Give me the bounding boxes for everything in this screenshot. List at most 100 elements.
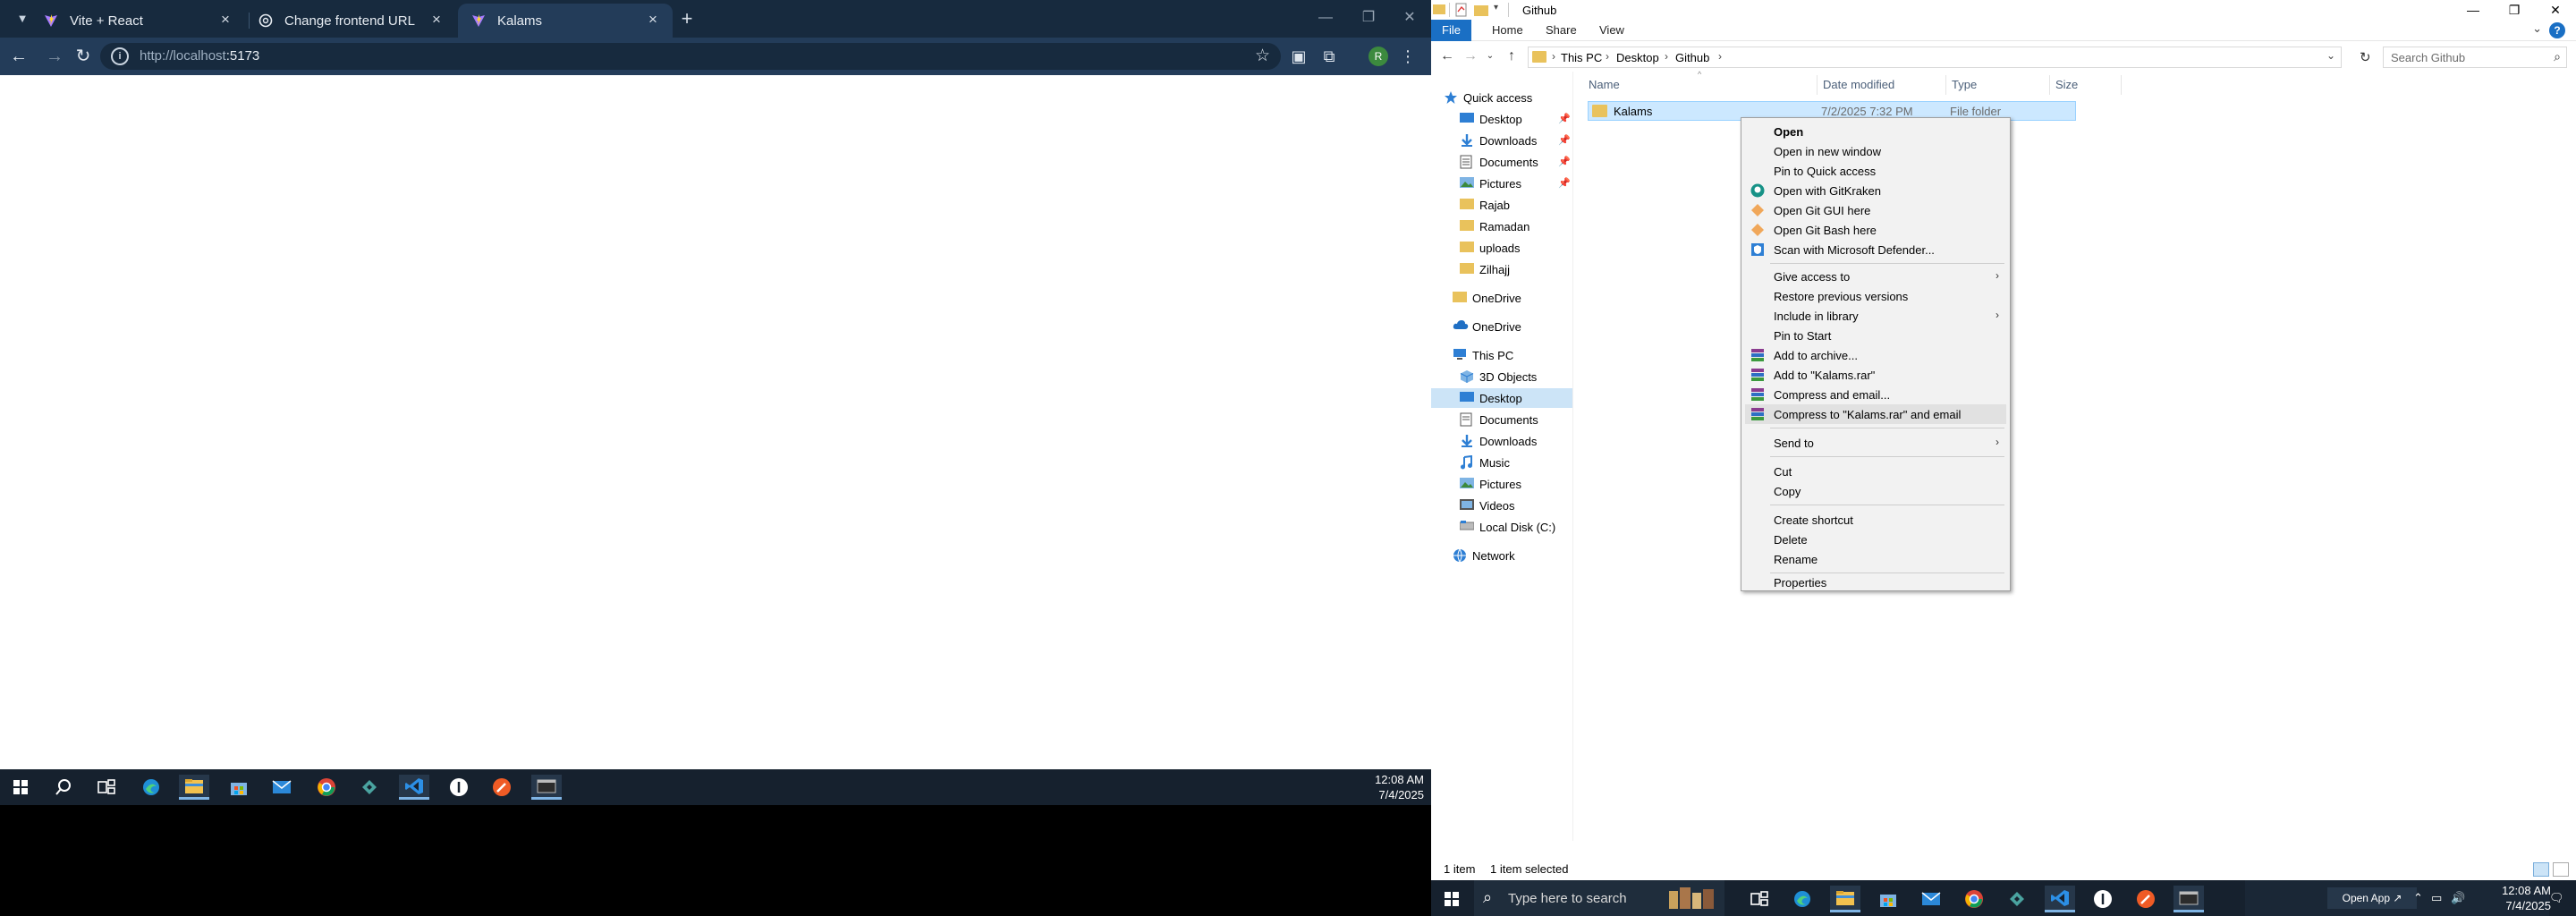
nav-item-ramadan[interactable]: Ramadan xyxy=(1460,216,1530,236)
chevron-right-icon[interactable]: › xyxy=(1606,50,1609,63)
large-icons-view-icon[interactable] xyxy=(2553,862,2569,877)
task-view-icon[interactable] xyxy=(1744,886,1775,912)
search-input[interactable]: Search Github ⌕ xyxy=(2383,47,2567,68)
task-view-icon[interactable] xyxy=(91,775,122,800)
nav-item-rajab[interactable]: Rajab xyxy=(1460,195,1510,215)
close-icon[interactable]: × xyxy=(428,11,445,29)
kebab-menu-icon[interactable]: ⋮ xyxy=(1397,46,1419,67)
chevron-right-icon[interactable]: › xyxy=(1665,50,1668,63)
nav-item-desktop[interactable]: Desktop xyxy=(1460,109,1522,129)
pin-icon[interactable]: 📌 xyxy=(1558,134,1571,146)
up-arrow-icon[interactable]: ↑ xyxy=(1503,47,1521,66)
address-dropdown-icon[interactable]: ⌄ xyxy=(2326,49,2335,62)
forward-arrow-icon[interactable]: → xyxy=(1462,47,1479,66)
ribbon-tab-share[interactable]: Share xyxy=(1535,20,1588,41)
help-icon[interactable]: ? xyxy=(2549,22,2565,38)
menu-item-add-to-archive[interactable]: Add to archive... xyxy=(1745,345,2006,365)
menu-item-copy[interactable]: Copy xyxy=(1745,481,2006,501)
menu-item-pin-to-quick-access[interactable]: Pin to Quick access xyxy=(1745,161,2006,181)
ribbon-tab-file[interactable]: File xyxy=(1431,20,1471,41)
menu-item-open-in-new-window[interactable]: Open in new window xyxy=(1745,141,2006,161)
terminal-icon[interactable] xyxy=(531,775,562,800)
search-icon[interactable] xyxy=(48,775,79,800)
menu-item-restore-previous-versions[interactable]: Restore previous versions xyxy=(1745,286,2006,306)
mail-icon[interactable] xyxy=(267,775,297,800)
menu-item-open-with-gitkraken[interactable]: Open with GitKraken xyxy=(1745,181,2006,200)
menu-item-scan-defender[interactable]: Scan with Microsoft Defender... xyxy=(1745,240,2006,259)
nav-item-zilhajj[interactable]: Zilhajj xyxy=(1460,259,1510,279)
edge-icon[interactable] xyxy=(1787,886,1818,912)
nav-item-local-disk[interactable]: Local Disk (C:) xyxy=(1459,517,1555,537)
close-icon[interactable]: × xyxy=(216,11,234,29)
back-arrow-icon[interactable]: ← xyxy=(1438,47,1456,66)
menu-item-rename[interactable]: Rename xyxy=(1745,549,2006,569)
restore-icon[interactable]: ❐ xyxy=(2494,0,2535,20)
github-desktop-icon[interactable] xyxy=(2088,886,2118,912)
close-window-icon[interactable]: ✕ xyxy=(1392,5,1428,30)
back-arrow-icon[interactable]: ← xyxy=(7,45,30,68)
reload-icon[interactable]: ↻ xyxy=(72,45,95,68)
notification-icon[interactable]: 🗨 xyxy=(2549,891,2564,905)
column-header-date-modified[interactable]: Date modified xyxy=(1818,75,1946,95)
nav-item-pc-downloads[interactable]: Downloads xyxy=(1460,431,1537,451)
profile-avatar[interactable]: R xyxy=(1368,47,1388,66)
chrome-tab-change-frontend-url[interactable]: Change frontend URL × xyxy=(245,4,456,38)
minimize-icon[interactable]: — xyxy=(1308,5,1343,30)
nav-item-uploads[interactable]: uploads xyxy=(1460,238,1521,258)
file-explorer-icon[interactable] xyxy=(179,775,209,800)
bookmark-star-icon[interactable]: ☆ xyxy=(1255,46,1270,66)
open-app-button[interactable]: Open App ↗ xyxy=(2327,887,2417,909)
chrome-tab-kalams[interactable]: Kalams × xyxy=(458,4,673,38)
edge-icon[interactable] xyxy=(136,775,166,800)
nav-item-desktop-selected[interactable]: Desktop xyxy=(1431,388,1572,408)
nav-onedrive[interactable]: OneDrive xyxy=(1453,317,1521,336)
refresh-icon[interactable]: ↻ xyxy=(2360,49,2371,65)
menu-item-send-to[interactable]: Send to › xyxy=(1745,433,2006,453)
github-desktop-icon[interactable] xyxy=(444,775,474,800)
pin-icon[interactable]: 📌 xyxy=(1558,113,1571,124)
file-explorer-icon[interactable] xyxy=(1830,886,1860,912)
breadcrumb-github[interactable]: Github xyxy=(1675,51,1709,64)
taskbar-clock[interactable]: 12:08 AM 7/4/2025 xyxy=(1375,772,1424,802)
chrome-tab-vite-react[interactable]: Vite + React × xyxy=(30,4,245,38)
microsoft-store-icon[interactable] xyxy=(1873,886,1903,912)
network-tray-icon[interactable]: ▭ xyxy=(2431,891,2442,905)
menu-item-open-git-bash[interactable]: Open Git Bash here xyxy=(1745,220,2006,240)
menu-item-properties[interactable]: Properties xyxy=(1745,572,2006,592)
nav-item-pictures[interactable]: Pictures xyxy=(1460,174,1521,193)
menu-item-include-in-library[interactable]: Include in library › xyxy=(1745,306,2006,326)
tab-search-chevron-icon[interactable]: ▼ xyxy=(13,9,32,29)
menu-item-delete[interactable]: Delete xyxy=(1745,530,2006,549)
extension-icon[interactable]: ▣ xyxy=(1288,46,1309,67)
nav-quick-access[interactable]: Quick access xyxy=(1444,88,1532,107)
mail-icon[interactable] xyxy=(1916,886,1946,912)
chrome-icon[interactable] xyxy=(311,775,342,800)
column-header-size[interactable]: Size xyxy=(2050,75,2122,95)
breadcrumb-this-pc[interactable]: This PC xyxy=(1561,51,1602,64)
pane-divider[interactable] xyxy=(1572,72,1573,841)
menu-item-compress-to-kalams-rar-and-email[interactable]: Compress to "Kalams.rar" and email xyxy=(1745,404,2006,424)
address-bar[interactable]: i http://localhost:5173 ☆ xyxy=(100,43,1281,70)
nav-item-downloads[interactable]: Downloads xyxy=(1460,131,1537,150)
chevron-right-icon[interactable]: › xyxy=(1552,50,1555,63)
properties-icon[interactable] xyxy=(1454,3,1469,17)
chrome-icon[interactable] xyxy=(1959,886,1989,912)
menu-item-open-git-gui[interactable]: Open Git GUI here xyxy=(1745,200,2006,220)
postman-icon[interactable] xyxy=(487,775,517,800)
windows-start-icon[interactable] xyxy=(1436,886,1467,912)
qat-dropdown-icon[interactable]: ▾ xyxy=(1494,3,1508,17)
nav-item-pc-pictures[interactable]: Pictures xyxy=(1460,474,1521,494)
menu-item-compress-and-email[interactable]: Compress and email... xyxy=(1745,385,2006,404)
nav-item-pc-documents[interactable]: Documents xyxy=(1460,410,1538,429)
tray-chevron-up-icon[interactable]: ⌃ xyxy=(2413,891,2423,905)
microsoft-store-icon[interactable] xyxy=(224,775,254,800)
details-view-icon[interactable] xyxy=(2533,862,2549,877)
address-bar[interactable]: › This PC › Desktop › Github › ⌄ xyxy=(1528,47,2342,68)
vscode-icon[interactable] xyxy=(399,775,429,800)
pin-icon[interactable]: 📌 xyxy=(1558,177,1571,189)
menu-item-create-shortcut[interactable]: Create shortcut xyxy=(1745,510,2006,530)
menu-item-cut[interactable]: Cut xyxy=(1745,462,2006,481)
vscode-icon[interactable] xyxy=(2045,886,2075,912)
vscode-insiders-icon[interactable] xyxy=(2002,886,2032,912)
close-window-icon[interactable]: ✕ xyxy=(2535,0,2576,20)
